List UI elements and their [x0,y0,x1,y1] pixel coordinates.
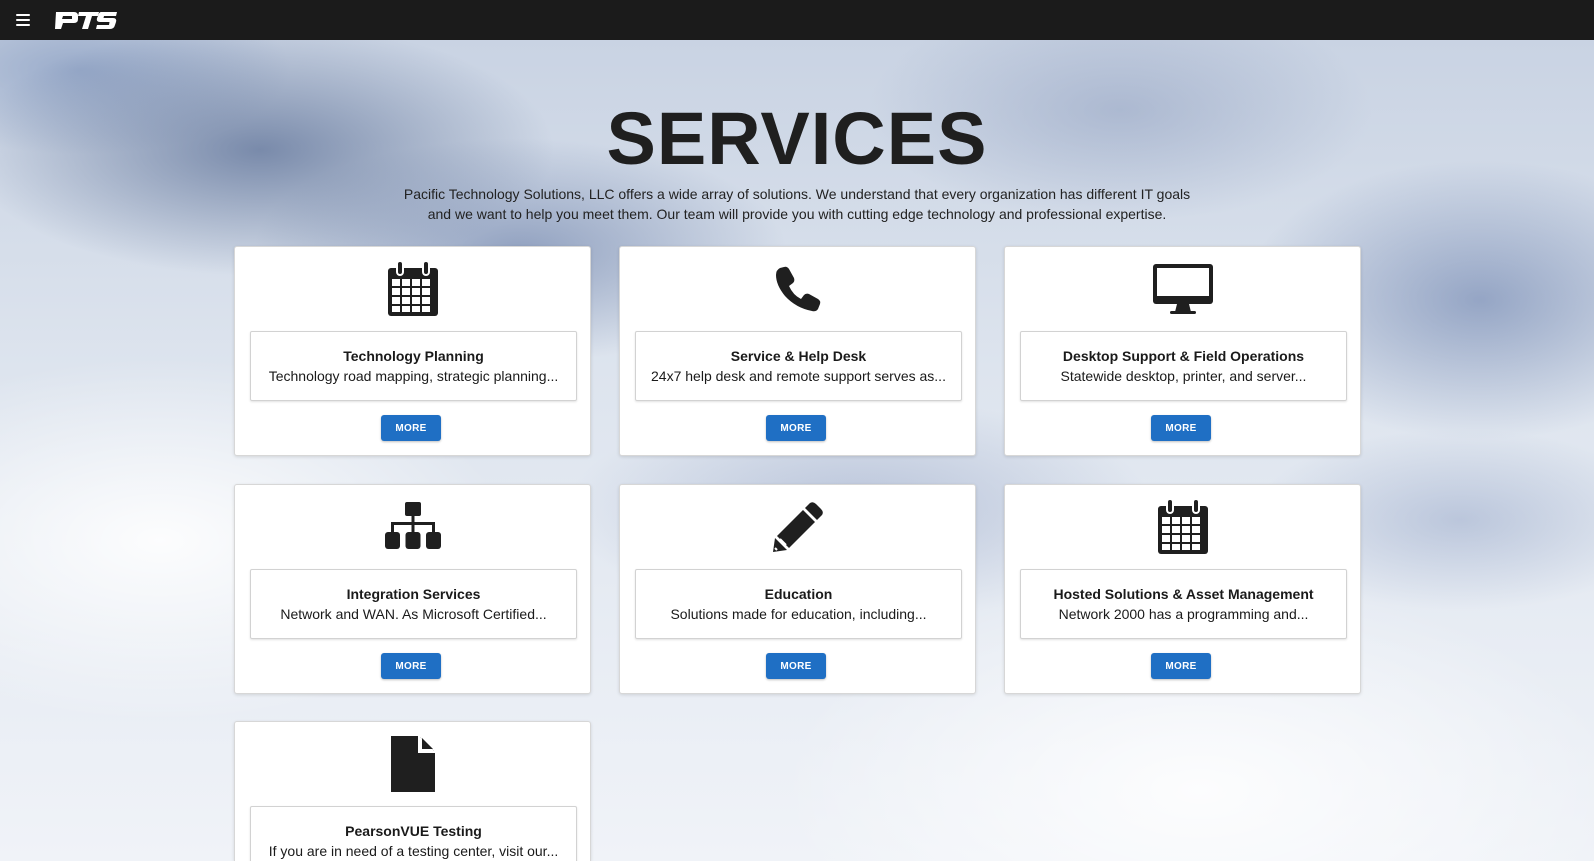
service-description: Technology road mapping, strategic plann… [268,368,559,384]
service-title: Integration Services [346,586,481,602]
service-title: Education [764,586,833,602]
service-title: Service & Help Desk [730,348,867,364]
more-button[interactable]: MORE [381,653,441,679]
service-card-integration-services: Integration Services Network and WAN. As… [234,484,591,694]
top-navbar [0,0,1594,40]
more-button[interactable]: MORE [1151,653,1211,679]
service-description: Network 2000 has a programming and... [1058,606,1309,622]
service-summary: Desktop Support & Field Operations State… [1020,331,1347,401]
service-title: Desktop Support & Field Operations [1062,348,1305,364]
pts-logo[interactable] [54,8,118,32]
desktop-icon [1005,259,1360,319]
service-title: Hosted Solutions & Asset Management [1053,586,1314,602]
service-card-pearsonvue-testing: PearsonVUE Testing If you are in need of… [234,721,591,861]
service-summary: Education Solutions made for education, … [635,569,962,639]
service-description: 24x7 help desk and remote support serves… [651,368,946,384]
page-title: SERVICES [606,97,988,180]
more-button[interactable]: MORE [766,653,826,679]
service-description: Network and WAN. As Microsoft Certified.… [280,606,547,622]
service-summary: Technology Planning Technology road mapp… [250,331,577,401]
service-summary: Hosted Solutions & Asset Management Netw… [1020,569,1347,639]
service-title: Technology Planning [343,348,484,364]
calendar-icon [1005,497,1360,557]
service-card-help-desk: Service & Help Desk 24x7 help desk and r… [619,246,976,456]
document-icon [235,734,590,794]
service-description: If you are in need of a testing center, … [268,843,559,859]
phone-icon [620,259,975,319]
more-button[interactable]: MORE [381,415,441,441]
service-title: PearsonVUE Testing [345,823,482,839]
hamburger-icon[interactable] [16,14,30,26]
service-description: Statewide desktop, printer, and server..… [1060,368,1307,384]
service-summary: PearsonVUE Testing If you are in need of… [250,806,577,861]
service-summary: Integration Services Network and WAN. As… [250,569,577,639]
pts-logo-icon [55,12,117,29]
service-card-education: Education Solutions made for education, … [619,484,976,694]
service-card-desktop-support: Desktop Support & Field Operations State… [1004,246,1361,456]
service-card-hosted-solutions: Hosted Solutions & Asset Management Netw… [1004,484,1361,694]
service-description: Solutions made for education, including.… [670,606,927,622]
more-button[interactable]: MORE [766,415,826,441]
sitemap-icon [235,497,590,557]
services-hero: SERVICES Pacific Technology Solutions, L… [0,96,1594,224]
service-card-technology-planning: Technology Planning Technology road mapp… [234,246,591,456]
calendar-icon [235,259,590,319]
more-button[interactable]: MORE [1151,415,1211,441]
pencil-icon [620,497,975,557]
service-summary: Service & Help Desk 24x7 help desk and r… [635,331,962,401]
intro-text: Pacific Technology Solutions, LLC offers… [403,186,1191,222]
